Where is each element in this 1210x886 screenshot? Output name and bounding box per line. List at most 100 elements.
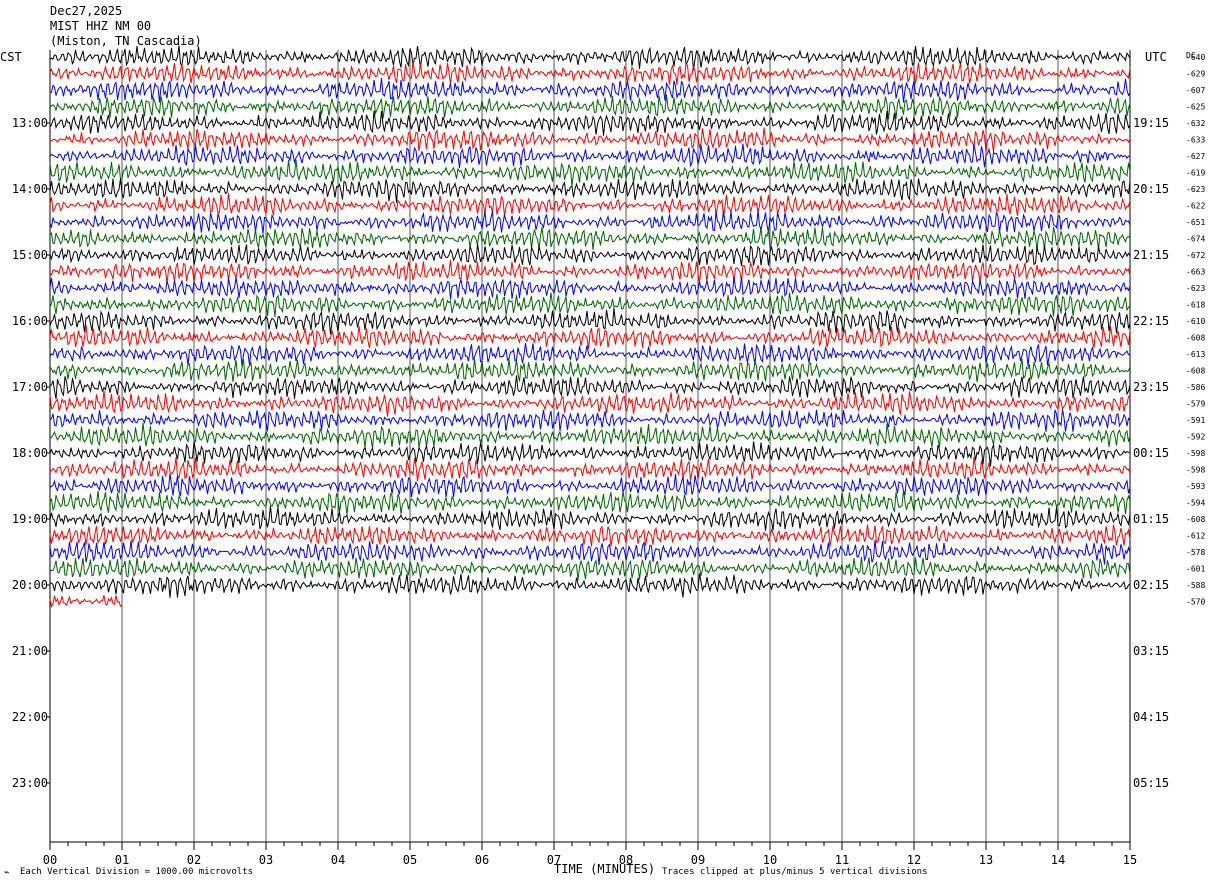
cst-hour-label: 14:00	[12, 182, 48, 196]
seismic-trace	[49, 489, 1131, 515]
cst-hour-label: 18:00	[12, 446, 48, 460]
dc-offset-label: -608	[1186, 367, 1205, 376]
dc-offset-label: -591	[1186, 416, 1205, 425]
utc-hour-label: 22:15	[1133, 314, 1169, 328]
dc-offset-label: -588	[1186, 581, 1205, 590]
cst-hour-label: 22:00	[12, 710, 48, 724]
dc-offset-label: -586	[1186, 383, 1205, 392]
dc-offset-label: -619	[1186, 169, 1205, 178]
cst-hour-label: 20:00	[12, 578, 48, 592]
seismic-trace	[49, 77, 1131, 103]
dc-offset-label: -598	[1186, 449, 1205, 458]
x-tick-label: 04	[331, 853, 345, 867]
dc-offset-label: -623	[1186, 284, 1205, 293]
utc-hour-label: 20:15	[1133, 182, 1169, 196]
dc-offset-label: -618	[1186, 301, 1205, 310]
dc-offset-label: -608	[1186, 515, 1205, 524]
utc-hour-label: 05:15	[1133, 776, 1169, 790]
x-tick-label: 11	[835, 853, 849, 867]
seismic-trace	[49, 422, 1131, 449]
right-axis-label: UTC	[1145, 50, 1167, 64]
dc-offset-label: -633	[1186, 136, 1205, 145]
dc-offset-label: -607	[1186, 86, 1205, 95]
seismic-trace	[49, 595, 123, 609]
dc-offset-label: -570	[1186, 598, 1205, 607]
seismic-trace	[49, 127, 1131, 153]
seismic-trace	[49, 539, 1131, 565]
dc-offset-label: -579	[1186, 400, 1205, 409]
utc-hour-label: 19:15	[1133, 116, 1169, 130]
dc-offset-label: -593	[1186, 482, 1205, 491]
dc-offset-label: -672	[1186, 251, 1205, 260]
seismic-trace	[49, 193, 1131, 218]
utc-hour-label: 21:15	[1133, 248, 1169, 262]
seismic-trace	[49, 441, 1131, 467]
dc-offset-label: -608	[1186, 334, 1205, 343]
x-tick-label: 00	[43, 853, 57, 867]
dc-offset-label: -594	[1186, 499, 1205, 508]
cst-hour-label: 13:00	[12, 116, 48, 130]
x-axis-title: TIME (MINUTES)	[554, 862, 656, 876]
utc-hour-label: 00:15	[1133, 446, 1169, 460]
seismic-trace	[49, 292, 1131, 317]
dc-offset-label: -629	[1186, 70, 1205, 79]
dc-offset-label: -612	[1186, 532, 1205, 541]
x-tick-label: 03	[259, 853, 273, 867]
dc-offset-label: -613	[1186, 350, 1205, 359]
seismic-trace	[49, 556, 1131, 581]
seismic-trace	[49, 358, 1131, 383]
left-axis-label: CST	[0, 50, 22, 64]
utc-hour-label: 03:15	[1133, 644, 1169, 658]
x-tick-label: 12	[907, 853, 921, 867]
scale-marker-icon: ⌁	[4, 868, 10, 878]
seismic-trace	[49, 110, 1131, 136]
x-tick-label: 14	[1051, 853, 1065, 867]
x-tick-label: 01	[115, 853, 129, 867]
seismic-trace	[49, 524, 1131, 547]
cst-hour-label: 23:00	[12, 776, 48, 790]
seismic-trace	[49, 276, 1131, 300]
seismic-trace	[49, 343, 1131, 367]
dc-offset-label: -625	[1186, 103, 1205, 112]
seismic-trace	[49, 143, 1131, 168]
x-tick-label: 15	[1123, 853, 1137, 867]
dc-offset-label: -623	[1186, 185, 1205, 194]
utc-hour-label: 04:15	[1133, 710, 1169, 724]
dc-offset-label: -632	[1186, 119, 1205, 128]
utc-hour-label: 02:15	[1133, 578, 1169, 592]
seismic-trace	[49, 390, 1131, 417]
dc-offset-label: -640	[1186, 53, 1205, 62]
dc-offset-label: -601	[1186, 565, 1205, 574]
seismic-trace	[49, 473, 1131, 498]
seismic-trace	[49, 210, 1131, 234]
seismic-trace	[49, 375, 1131, 400]
dc-offset-label: -674	[1186, 235, 1205, 244]
seismic-trace	[49, 260, 1131, 284]
x-tick-label: 06	[475, 853, 489, 867]
scale-note: Each Vertical Division = 1000.00 microvo…	[20, 867, 253, 877]
seismic-trace	[49, 243, 1131, 266]
dc-offset-label: -598	[1186, 466, 1205, 475]
dc-offset-label: -610	[1186, 317, 1205, 326]
seismic-trace	[49, 226, 1131, 251]
cst-hour-label: 16:00	[12, 314, 48, 328]
x-tick-label: 09	[691, 853, 705, 867]
dc-offset-label: -592	[1186, 433, 1205, 442]
seismic-trace	[49, 505, 1131, 531]
clip-note: Traces clipped at plus/minus 5 vertical …	[662, 867, 928, 877]
seismic-trace	[49, 178, 1131, 204]
seismic-trace	[49, 94, 1131, 120]
dc-offset-label: -651	[1186, 218, 1205, 227]
seismic-trace	[49, 308, 1131, 335]
seismic-trace	[50, 573, 1131, 598]
utc-hour-label: 23:15	[1133, 380, 1169, 394]
cst-hour-label: 21:00	[12, 644, 48, 658]
x-tick-label: 02	[187, 853, 201, 867]
seismic-trace	[49, 409, 1131, 432]
dc-offset-label: -663	[1186, 268, 1205, 277]
x-tick-label: 13	[979, 853, 993, 867]
seismic-traces	[49, 45, 1131, 609]
cst-hour-label: 19:00	[12, 512, 48, 526]
cst-hour-label: 15:00	[12, 248, 48, 262]
helicorder-plot: 00 01 02 03 04 05 06 07 08 09 10 11 12 13 14 15CST UTC DC…	[0, 45, 1205, 867]
